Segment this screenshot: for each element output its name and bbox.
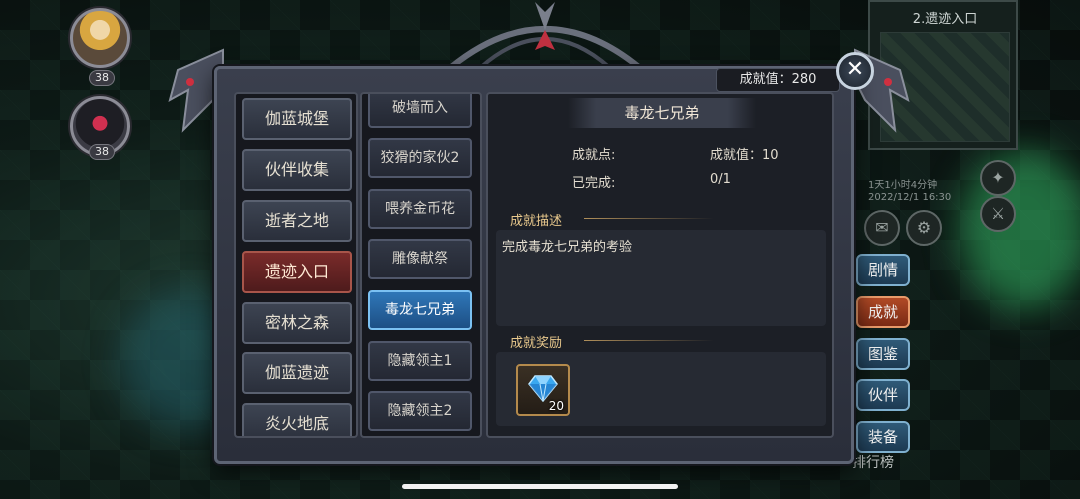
reward-section-label: 成就奖励 xyxy=(510,336,563,351)
category-list[interactable]: 伽蓝城堡 伙伴收集 逝者之地 遗迹入口 密林之森 伽蓝遗迹 炎火地底 xyxy=(234,92,358,438)
mail-icon[interactable]: ✉ xyxy=(864,210,900,246)
achievement-item-active[interactable]: 毒龙七兄弟 xyxy=(368,290,472,330)
close-button[interactable]: ✕ xyxy=(836,52,874,90)
achievement-item[interactable]: 雕像献祭 xyxy=(368,239,472,279)
achievement-item[interactable]: 喂养金币花 xyxy=(368,189,472,229)
detail-title: 毒龙七兄弟 xyxy=(568,98,756,128)
reward-item[interactable]: 20 xyxy=(516,364,570,416)
side-menu-codex[interactable]: 图鉴 xyxy=(856,338,910,370)
points-value: 成就值：10 xyxy=(710,148,779,163)
hero-level-badge: 38 xyxy=(89,70,115,86)
section-divider xyxy=(584,340,714,341)
dialog-crest xyxy=(448,2,642,68)
stage-title: 2.遗迹入口 xyxy=(912,12,978,27)
home-indicator[interactable] xyxy=(402,484,678,489)
section-divider xyxy=(584,218,714,219)
description-section-label: 成就描述 xyxy=(510,214,563,229)
side-menu-equipment[interactable]: 装备 xyxy=(856,421,910,453)
progress-value: 0/1 xyxy=(710,172,731,187)
category-item[interactable]: 伽蓝城堡 xyxy=(242,98,352,140)
battle-icon[interactable]: ⚔ xyxy=(980,196,1016,232)
diamond-icon xyxy=(528,375,558,402)
achievement-item[interactable]: 狡猾的家伙2 xyxy=(368,138,472,178)
stage-time: 1天1小时4分钟 xyxy=(868,180,938,191)
skill-icon[interactable]: ✦ xyxy=(980,160,1016,196)
category-item[interactable]: 密林之森 xyxy=(242,302,352,344)
achievement-detail: 毒龙七兄弟 成就点: 成就值：10 已完成: 0/1 成就描述 完成毒龙七兄弟的… xyxy=(486,92,834,438)
points-label: 成就点: xyxy=(572,148,616,163)
achievement-item[interactable]: 隐藏领主1 xyxy=(368,341,472,381)
category-item[interactable]: 伽蓝遗迹 xyxy=(242,352,352,394)
stage-date: 2022/12/1 16:30 xyxy=(868,192,952,203)
achievement-list[interactable]: 破墙而入 狡猾的家伙2 喂养金币花 雕像献祭 毒龙七兄弟 隐藏领主1 隐藏领主2 xyxy=(360,92,482,438)
achievement-item[interactable]: 隐藏领主2 xyxy=(368,391,472,431)
completed-label: 已完成: xyxy=(572,176,616,191)
leaderboard-label[interactable]: 排行榜 xyxy=(852,452,894,472)
hero-avatar[interactable] xyxy=(70,8,130,68)
side-menu-achievement[interactable]: 成就 xyxy=(856,296,910,328)
side-menu-partner[interactable]: 伙伴 xyxy=(856,379,910,411)
achievement-item[interactable]: 破墙而入 xyxy=(368,94,472,128)
achievement-score: 成就值：280 xyxy=(716,68,840,92)
background-glow xyxy=(960,150,1080,310)
category-item[interactable]: 逝者之地 xyxy=(242,200,352,242)
category-item[interactable]: 伙伴收集 xyxy=(242,149,352,191)
reward-count: 20 xyxy=(548,399,564,413)
category-item-active[interactable]: 遗迹入口 xyxy=(242,251,352,293)
companion-level-badge: 38 xyxy=(89,144,115,160)
side-menu-story[interactable]: 剧情 xyxy=(856,254,910,286)
description-text: 完成毒龙七兄弟的考验 xyxy=(502,240,633,255)
settings-icon[interactable]: ⚙ xyxy=(906,210,942,246)
category-item[interactable]: 炎火地底 xyxy=(242,403,352,436)
